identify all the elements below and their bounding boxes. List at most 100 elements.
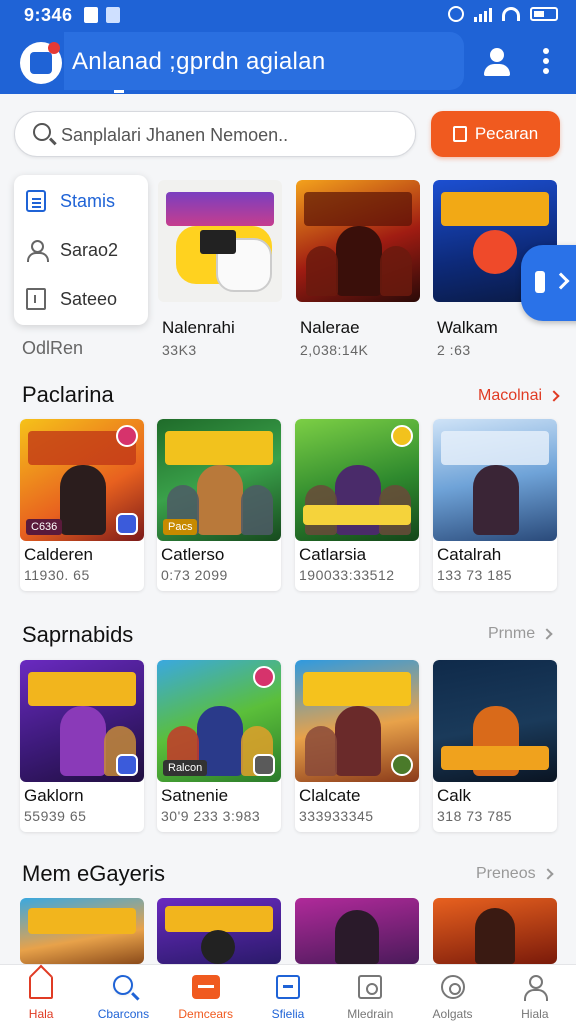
game-title: Clalcate [299, 786, 361, 805]
game-title: Catalrah [437, 545, 502, 564]
nav-label: Demcears [178, 1007, 234, 1021]
game-meta: 2 :63 [437, 342, 471, 358]
controller-icon [116, 754, 138, 776]
section-title: Saprnabids [22, 622, 134, 647]
game-meta: 11930. 65 [24, 567, 90, 583]
game-art [158, 180, 282, 302]
status-time: 9:346 [24, 5, 73, 25]
game-card[interactable] [20, 898, 144, 964]
game-card[interactable]: Ralcon Satnenie 30'9 233 3:983 [157, 660, 281, 832]
filter-menu: Stamis Sarao2 Sateeo [14, 175, 148, 325]
game-card[interactable]: Pacs Catlerso 0:73 2099 [157, 419, 281, 591]
nav-item-profile[interactable]: Hiala [494, 965, 576, 1024]
nav-item-store[interactable]: Sfielia [247, 965, 329, 1024]
profile-icon [523, 975, 548, 1001]
game-art [20, 660, 144, 782]
nav-item-games[interactable]: Demcears [165, 965, 247, 1024]
menu-item-sateeo[interactable]: Sateeo [14, 277, 148, 321]
chevron-right-icon [541, 868, 554, 880]
wifi-icon [502, 7, 520, 21]
game-art: Pacs [157, 419, 281, 541]
game-tag: Pacs [163, 519, 198, 535]
game-meta: 33K3 [162, 342, 197, 358]
search-icon [33, 123, 51, 141]
home-icon [29, 975, 54, 999]
game-art: C636 [20, 419, 144, 541]
game-art [475, 908, 515, 964]
game-art [433, 660, 557, 782]
game-art [165, 906, 273, 932]
game-title: Catlerso [161, 545, 225, 564]
app-logo[interactable] [20, 42, 62, 84]
game-tag: Ralcon [163, 760, 208, 776]
game-art: Ralcon [157, 660, 281, 782]
game-title: Satnenie [161, 786, 229, 805]
section-more-link[interactable]: Preneos [476, 865, 554, 883]
chevron-right-icon [548, 390, 560, 402]
section-more-link[interactable]: Prnme [488, 625, 553, 643]
game-card[interactable] [433, 898, 557, 964]
badge-icon [116, 425, 138, 447]
game-card[interactable]: Nalerae 2,038:14K [296, 180, 420, 360]
person-icon [26, 239, 49, 262]
game-art [295, 419, 419, 541]
badge-icon [391, 425, 413, 447]
alarm-icon [448, 6, 464, 22]
notification-icon [84, 7, 98, 23]
badge-icon [391, 754, 413, 776]
list-icon [26, 190, 46, 212]
nav-label: Hala [28, 1007, 54, 1021]
nav-label: Aolgats [432, 1007, 473, 1021]
user-icon [490, 48, 504, 62]
promo-button-label: Pecaran [474, 124, 539, 143]
nav-label: Mledrain [347, 1007, 394, 1021]
game-card[interactable]: Catlarsia 190033:33512 [295, 419, 419, 591]
nav-item-activity[interactable]: Aolgats [411, 965, 493, 1024]
game-card[interactable]: Gaklorn 55939 65 [20, 660, 144, 832]
nav-item-home[interactable]: Hala [0, 965, 82, 1024]
game-card[interactable]: Catalrah 133 73 185 [433, 419, 557, 591]
game-meta: 133 73 185 [437, 567, 513, 583]
account-button[interactable] [480, 44, 514, 78]
game-title: Calk [437, 786, 472, 805]
controller-icon [116, 513, 138, 535]
status-bar: 9:346 [0, 0, 576, 30]
game-title: Catlarsia [299, 545, 367, 564]
bookmark-icon [452, 126, 467, 142]
game-title: Nalenrahi [162, 318, 235, 337]
game-art [296, 180, 420, 302]
game-art [433, 419, 557, 541]
section-more-label: Preneos [476, 865, 536, 882]
promo-button[interactable]: Pecaran [431, 111, 560, 157]
game-art [335, 910, 379, 964]
nav-label: Hiala [521, 1007, 549, 1021]
app-header: 9:346 Anlanad ;gprdn agialan [0, 0, 576, 94]
game-card[interactable] [295, 898, 419, 964]
menu-item-sarao2[interactable]: Sarao2 [14, 228, 148, 272]
section-title: Paclarina [22, 382, 114, 407]
section-more-link[interactable]: Macolnai [478, 387, 560, 405]
nav-item-media[interactable]: Mledrain [329, 965, 411, 1024]
game-card[interactable]: Calk 318 73 785 [433, 660, 557, 832]
game-card[interactable]: Nalenrahi 33K3 [158, 180, 282, 360]
search-input[interactable]: Sanplalari Jhanen Nemoen.. [14, 111, 416, 157]
game-card[interactable]: Clalcate 333933345 [295, 660, 419, 832]
chevron-right-icon [541, 628, 553, 640]
game-title: Calderen [24, 545, 93, 564]
section-more-label: Macolnai [478, 387, 543, 404]
game-meta: 2,038:14K [300, 342, 369, 358]
more-menu-button[interactable] [534, 46, 558, 76]
game-card[interactable]: C636 Calderen 11930. 65 [20, 419, 144, 591]
menu-item-stamis[interactable]: Stamis [14, 179, 148, 223]
section-more-label: Prnme [488, 625, 536, 642]
game-meta: 190033:33512 [299, 567, 395, 583]
signal-icon [474, 6, 492, 22]
expand-button[interactable] [521, 245, 576, 321]
badge-icon [253, 666, 275, 688]
nav-item-search[interactable]: Cbarcons [82, 965, 164, 1024]
game-card[interactable] [157, 898, 281, 964]
game-meta: 318 73 785 [437, 808, 513, 824]
chevron-right-icon [552, 272, 570, 290]
menu-item-label: Stamis [60, 190, 116, 211]
game-meta: 30'9 233 3:983 [161, 808, 261, 824]
